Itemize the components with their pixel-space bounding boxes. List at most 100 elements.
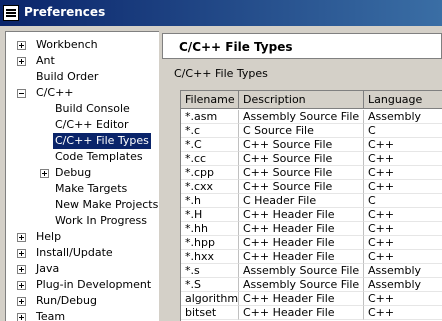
expand-icon[interactable] — [17, 57, 26, 66]
tree-item-label[interactable]: Team — [34, 309, 67, 321]
cell-description: Assembly Source File — [239, 278, 364, 292]
expand-icon[interactable] — [40, 169, 49, 178]
cell-language: C++ — [364, 138, 442, 152]
tree-item-label[interactable]: C/C++ — [34, 85, 76, 101]
table-row[interactable]: *.C C++ Source File C++ — [181, 138, 442, 152]
cell-filename: *.hpp — [181, 236, 239, 250]
cell-filename: *.cxx — [181, 180, 239, 194]
cell-language: C++ — [364, 166, 442, 180]
tree-item-label[interactable]: Build Console — [53, 101, 132, 117]
cell-language: C++ — [364, 306, 442, 320]
expand-icon[interactable] — [17, 41, 26, 50]
cell-description: Assembly Source File — [239, 110, 364, 124]
section-label: C/C++ File Types — [174, 67, 268, 80]
table-row[interactable]: *.asm Assembly Source File Assembly — [181, 110, 442, 124]
cell-description: C++ Source File — [239, 180, 364, 194]
file-types-table[interactable]: Filename Description Language *.asm Assem… — [180, 90, 442, 321]
cell-description: C++ Header File — [239, 292, 364, 306]
cell-filename: *.h — [181, 194, 239, 208]
cell-description: C++ Header File — [239, 250, 364, 264]
tree-item-label[interactable]: Ant — [34, 53, 57, 69]
expand-icon[interactable] — [17, 249, 26, 258]
expand-icon[interactable] — [17, 297, 26, 306]
column-header-filename[interactable]: Filename — [181, 91, 239, 109]
cell-description: C++ Header File — [239, 306, 364, 320]
cell-language: Assembly — [364, 264, 442, 278]
table-row[interactable]: *.S Assembly Source File Assembly — [181, 278, 442, 292]
expand-icon[interactable] — [17, 233, 26, 242]
tree-item-label[interactable]: C/C++ File Types — [52, 132, 152, 150]
cell-filename: *.s — [181, 264, 239, 278]
cell-filename: *.c — [181, 124, 239, 138]
cell-filename: algorithm — [181, 292, 239, 306]
tree-item-label[interactable]: Debug — [53, 165, 93, 181]
preferences-window-icon — [3, 5, 19, 21]
cell-description: C++ Source File — [239, 152, 364, 166]
tree-item-label[interactable]: New Make Projects — [53, 197, 159, 213]
tree-item-label[interactable]: C/C++ Editor — [53, 117, 131, 133]
cell-description: C++ Header File — [239, 236, 364, 250]
cell-filename: *.S — [181, 278, 239, 292]
cell-filename: *.hxx — [181, 250, 239, 264]
cell-language: C++ — [364, 292, 442, 306]
page-header: C/C++ File Types — [162, 33, 442, 59]
cell-language: C — [364, 124, 442, 138]
tree-item-label[interactable]: Help — [34, 229, 63, 245]
expand-icon[interactable] — [17, 281, 26, 290]
tree-item-label[interactable]: Install/Update — [34, 245, 115, 261]
tree-item-label[interactable]: Work In Progress — [53, 213, 149, 229]
table-row[interactable]: *.s Assembly Source File Assembly — [181, 264, 442, 278]
cell-language: Assembly — [364, 110, 442, 124]
tree-item-label[interactable]: Plug-in Development — [34, 277, 153, 293]
cell-language: C++ — [364, 152, 442, 166]
table-row[interactable]: bitset C++ Header File C++ — [181, 306, 442, 320]
cell-description: C++ Source File — [239, 166, 364, 180]
expand-icon[interactable] — [17, 265, 26, 274]
page-title: C/C++ File Types — [179, 40, 293, 54]
cell-language: Assembly — [364, 278, 442, 292]
table-row[interactable]: *.cxx C++ Source File C++ — [181, 180, 442, 194]
tree-item-label[interactable]: Build Order — [34, 69, 100, 85]
column-header-language[interactable]: Language — [364, 91, 442, 109]
tree-item-label[interactable]: Code Templates — [53, 149, 145, 165]
collapse-icon[interactable] — [17, 89, 26, 98]
tree-item-label[interactable]: Make Targets — [53, 181, 129, 197]
cell-language: C++ — [364, 236, 442, 250]
cell-description: C++ Header File — [239, 208, 364, 222]
table-row[interactable]: algorithm C++ Header File C++ — [181, 292, 442, 306]
table-row[interactable]: *.h C Header File C — [181, 194, 442, 208]
tree-item-label[interactable]: Run/Debug — [34, 293, 99, 309]
table-row[interactable]: *.hxx C++ Header File C++ — [181, 250, 442, 264]
cell-filename: *.H — [181, 208, 239, 222]
cell-language: C — [364, 194, 442, 208]
cell-description: C++ Header File — [239, 222, 364, 236]
table-row[interactable]: *.H C++ Header File C++ — [181, 208, 442, 222]
window-title: Preferences — [24, 5, 106, 19]
tree-item-label[interactable]: Java — [34, 261, 61, 277]
table-row[interactable]: *.c C Source File C — [181, 124, 442, 138]
cell-filename: *.C — [181, 138, 239, 152]
cell-filename: bitset — [181, 306, 239, 320]
cell-language: C++ — [364, 222, 442, 236]
cell-description: Assembly Source File — [239, 264, 364, 278]
preferences-tree[interactable]: Workbench Ant Build Order C/C++ Build Co… — [5, 31, 159, 321]
tree-item-label[interactable]: Workbench — [34, 37, 100, 53]
cell-description: C Header File — [239, 194, 364, 208]
cell-language: C++ — [364, 208, 442, 222]
cell-filename: *.cc — [181, 152, 239, 166]
table-header: Filename Description Language — [181, 91, 442, 109]
cell-filename: *.hh — [181, 222, 239, 236]
cell-filename: *.cpp — [181, 166, 239, 180]
cell-language: C++ — [364, 180, 442, 194]
table-row[interactable]: *.hpp C++ Header File C++ — [181, 236, 442, 250]
cell-description: C Source File — [239, 124, 364, 138]
cell-description: C++ Source File — [239, 138, 364, 152]
title-bar: Preferences — [0, 0, 442, 26]
table-row[interactable]: *.hh C++ Header File C++ — [181, 222, 442, 236]
column-header-description[interactable]: Description — [239, 91, 364, 109]
table-row[interactable]: *.cc C++ Source File C++ — [181, 152, 442, 166]
table-row[interactable]: *.cpp C++ Source File C++ — [181, 166, 442, 180]
preference-page: C/C++ File Types C/C++ File Types Filena… — [162, 30, 442, 321]
cell-filename: *.asm — [181, 110, 239, 124]
cell-language: C++ — [364, 250, 442, 264]
